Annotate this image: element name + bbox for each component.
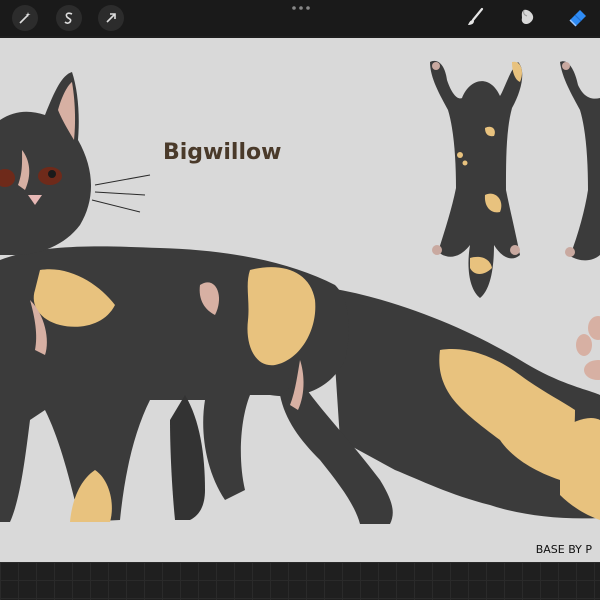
top-view-reference-1 [430,60,523,299]
cat-back-leg [170,395,205,520]
character-name-title: Bigwillow [163,140,282,165]
paw-pad-reference [576,316,600,380]
brush-icon[interactable] [464,6,486,28]
transform-arrow-icon[interactable] [98,5,124,31]
smudge-icon[interactable] [516,6,538,28]
cat-reference-artwork [0,60,600,524]
right-pupil [48,170,56,178]
adjustments-wand-icon[interactable] [12,5,38,31]
base-credit-text: BASE BY P [535,543,592,556]
cat-head [0,72,92,255]
bottom-bar [0,562,600,600]
top-toolbar [0,0,600,36]
drawing-canvas[interactable]: Bigwillow [0,38,600,562]
selection-s-icon[interactable] [56,5,82,31]
whiskers [91,174,151,213]
more-dots-icon[interactable] [290,4,312,12]
eraser-icon[interactable] [566,6,590,28]
top-view-reference-2 [560,61,600,261]
